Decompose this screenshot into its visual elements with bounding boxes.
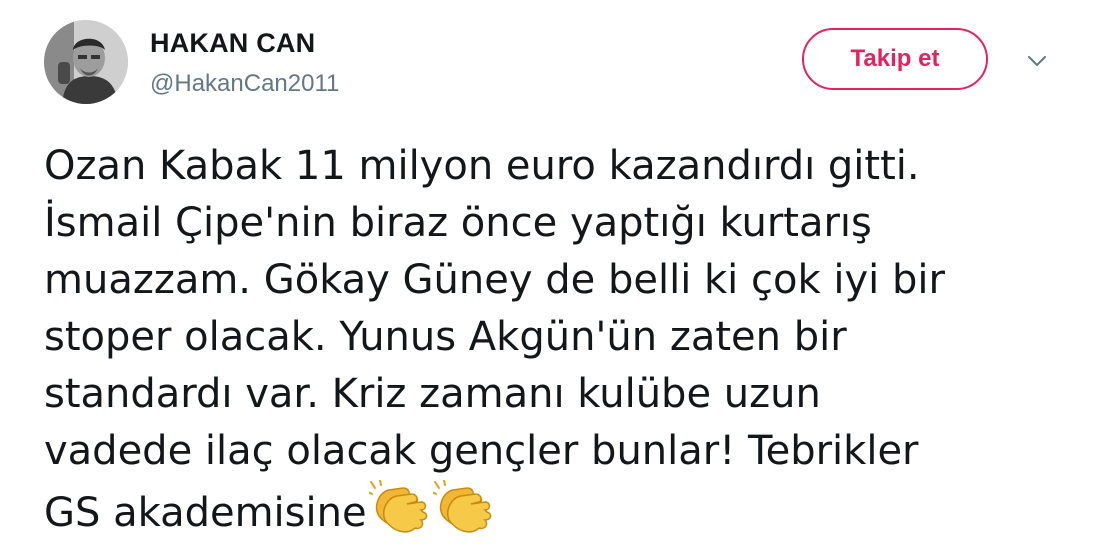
avatar-photo (44, 20, 128, 104)
tweet-line: standardı var. Kriz zamanı kulübe uzun (44, 371, 821, 417)
chevron-down-icon (1028, 56, 1046, 66)
tweet-line: İsmail Çipe'nin biraz önce yaptığı kurta… (44, 200, 872, 246)
tweet-text: Ozan Kabak 11 milyon euro kazandırdı git… (44, 138, 1084, 550)
more-options-button[interactable] (1024, 50, 1050, 72)
clapping-hands-emoji (430, 479, 495, 550)
avatar[interactable] (44, 20, 128, 104)
tweet-line: Ozan Kabak 11 milyon euro kazandırdı git… (44, 143, 920, 189)
tweet-line: vadede ilaç olacak gençler bunlar! Tebri… (44, 428, 919, 474)
tweet-line: muazzam. Gökay Güney de belli ki çok iyi… (44, 257, 945, 303)
user-handle[interactable]: @HakanCan2011 (150, 70, 339, 98)
display-name[interactable]: HAKAN CAN (150, 28, 315, 59)
clapping-hands-emoji (366, 479, 431, 550)
tweet-last-line: GS akademisine (44, 479, 1084, 550)
tweet-line: GS akademisine (44, 490, 367, 536)
tweet-line: stoper olacak. Yunus Akgün'ün zaten bir (44, 314, 847, 360)
follow-button[interactable]: Takip et (802, 28, 988, 90)
